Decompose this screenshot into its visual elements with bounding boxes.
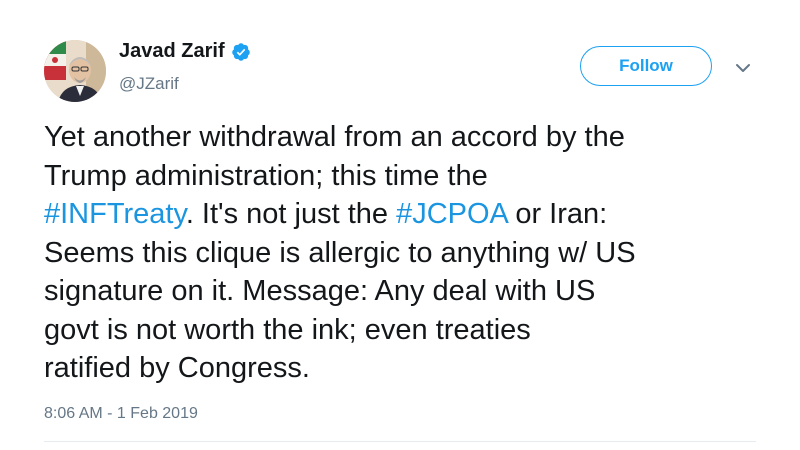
tweet-text-line: Seems this clique is allergic to anythin… [44, 234, 784, 273]
tweet-text-segment: or Iran: [507, 198, 608, 230]
tweet-text-line: Trump administration; this time the [44, 157, 784, 196]
chevron-down-icon[interactable] [733, 58, 753, 78]
author-handle[interactable]: @JZarif [119, 74, 179, 94]
tweet-text-segment: signature on it. Message: Any deal with … [44, 275, 596, 307]
tweet-text-segment: Yet another withdrawal from an accord by… [44, 121, 625, 153]
tweet-text-line: ratified by Congress. [44, 349, 784, 388]
hashtag-link[interactable]: #INFTreaty [44, 198, 186, 230]
tweet-text-segment: . It's not just the [185, 198, 397, 230]
verified-badge-icon [231, 42, 251, 62]
tweet-text-line: #INFTreaty. It's not just the #JCPOA or … [44, 195, 784, 234]
hashtag-link[interactable]: #JCPOA [396, 198, 507, 230]
tweet-text-line: Yet another withdrawal from an accord by… [44, 118, 784, 157]
divider [44, 441, 756, 442]
profile-photo-icon [44, 40, 106, 102]
author-name-row: Javad Zarif [119, 40, 251, 63]
author-display-name[interactable]: Javad Zarif [119, 40, 225, 63]
tweet-text-line: govt is not worth the ink; even treaties [44, 311, 784, 350]
follow-button[interactable]: Follow [580, 46, 712, 86]
tweet-timestamp[interactable]: 8:06 AM - 1 Feb 2019 [44, 405, 198, 423]
tweet-text: Yet another withdrawal from an accord by… [44, 118, 784, 388]
tweet-text-segment: Trump administration; this time the [44, 159, 488, 192]
tweet-text-segment: govt is not worth the ink; even treaties [44, 313, 531, 346]
tweet-text-segment: Seems this clique is allergic to anythin… [44, 236, 636, 269]
tweet-text-line: signature on it. Message: Any deal with … [44, 272, 784, 311]
tweet-text-segment: ratified by Congress. [44, 352, 310, 384]
author-avatar[interactable] [44, 40, 106, 102]
tweet-card: Javad Zarif @JZarif Follow Yet another w… [0, 0, 800, 450]
